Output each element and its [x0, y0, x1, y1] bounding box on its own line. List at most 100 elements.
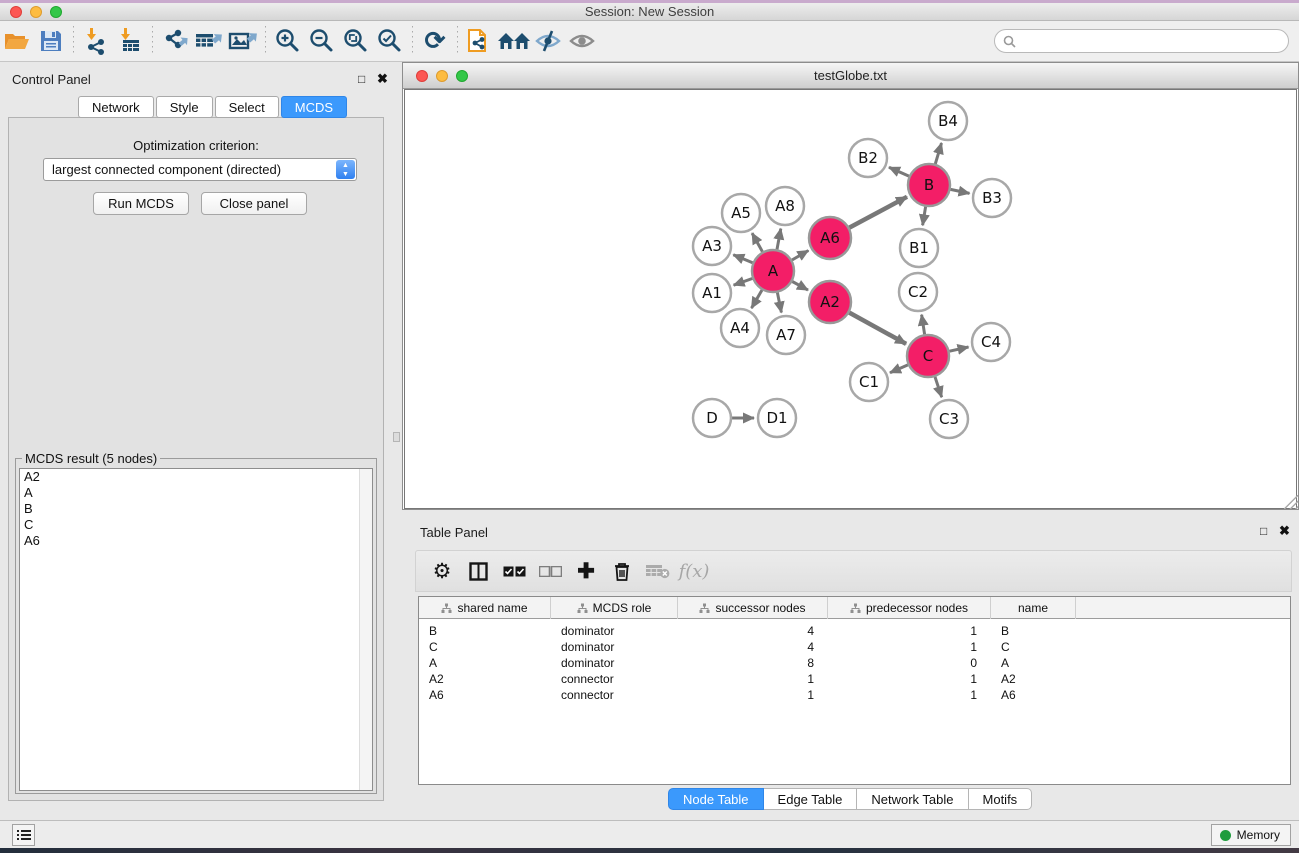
column-header-name[interactable]: name	[991, 597, 1076, 619]
zoom-fit-icon[interactable]	[339, 25, 373, 57]
graph-node-D1[interactable]: D1	[758, 399, 796, 437]
hide-graphics-icon[interactable]	[531, 25, 565, 57]
result-item[interactable]: C	[20, 517, 372, 533]
graph-node-B[interactable]: B	[908, 164, 950, 206]
graph-node-A[interactable]: A	[752, 250, 794, 292]
graph-edge-B-B4[interactable]	[935, 143, 941, 164]
show-columns-icon[interactable]	[460, 555, 496, 587]
select-all-columns-icon[interactable]	[496, 555, 532, 587]
graph-edge-A6-B[interactable]	[849, 197, 907, 228]
result-scrollbar[interactable]	[359, 469, 372, 790]
graph-edge-A-A2[interactable]	[792, 282, 808, 291]
network-maximize-button[interactable]	[456, 70, 468, 82]
add-column-icon[interactable]: ✚	[568, 555, 604, 587]
graph-edge-A-A7[interactable]	[777, 293, 781, 313]
cell-name[interactable]: C	[991, 639, 1076, 655]
splitter-grip[interactable]	[393, 432, 400, 442]
result-item[interactable]: A2	[20, 469, 372, 485]
graph-edge-B-B2[interactable]	[889, 167, 909, 176]
graph-edge-B-B1[interactable]	[923, 207, 926, 226]
import-table-icon[interactable]	[113, 25, 147, 57]
graph-edge-A-A1[interactable]	[734, 279, 753, 286]
table-row-A2[interactable]: A2connector11A2	[419, 671, 1290, 687]
graph-node-C[interactable]: C	[907, 335, 949, 377]
graph-node-A1[interactable]: A1	[693, 274, 731, 312]
graph-node-A2[interactable]: A2	[809, 281, 851, 323]
zoom-out-icon[interactable]	[305, 25, 339, 57]
graph-edge-A-A8[interactable]	[777, 229, 781, 250]
graph-node-A3[interactable]: A3	[693, 227, 731, 265]
graph-node-A4[interactable]: A4	[721, 309, 759, 347]
tab-network-table[interactable]: Network Table	[857, 788, 968, 810]
session-titlebar[interactable]: Session: New Session	[0, 3, 1299, 21]
cell-shared-name[interactable]: A	[419, 655, 551, 671]
column-header-MCDS-role[interactable]: MCDS role	[551, 597, 678, 619]
cell-predecessor-nodes[interactable]: 0	[828, 655, 991, 671]
save-session-icon[interactable]	[34, 25, 68, 57]
graph-edge-A2-C[interactable]	[849, 313, 906, 344]
table-float-icon[interactable]: □	[1260, 524, 1267, 538]
tab-node-table[interactable]: Node Table	[668, 788, 764, 810]
cell-name[interactable]: A	[991, 655, 1076, 671]
graph-edge-C-C1[interactable]	[890, 365, 908, 373]
cell-predecessor-nodes[interactable]: 1	[828, 623, 991, 639]
minimize-window-button[interactable]	[30, 6, 42, 18]
close-panel-button[interactable]: Close panel	[201, 192, 307, 215]
tab-network[interactable]: Network	[78, 96, 154, 118]
refresh-layout-icon[interactable]: ⟳	[418, 25, 452, 57]
float-panel-icon[interactable]: □	[358, 72, 365, 86]
cell-successor-nodes[interactable]: 1	[678, 671, 828, 687]
memory-button[interactable]: Memory	[1211, 824, 1291, 846]
window-resize-grip[interactable]	[1284, 495, 1298, 509]
cell-shared-name[interactable]: A6	[419, 687, 551, 703]
import-network-icon[interactable]	[79, 25, 113, 57]
search-field[interactable]	[994, 29, 1289, 53]
cell-name[interactable]: A6	[991, 687, 1076, 703]
cell-predecessor-nodes[interactable]: 1	[828, 687, 991, 703]
maximize-window-button[interactable]	[50, 6, 62, 18]
cell-predecessor-nodes[interactable]: 1	[828, 639, 991, 655]
graph-node-A7[interactable]: A7	[767, 316, 805, 354]
graph-edge-C-C3[interactable]	[935, 377, 942, 397]
graph-edge-C-C4[interactable]	[950, 347, 969, 351]
graph-node-C2[interactable]: C2	[899, 273, 937, 311]
graph-edge-A-A4[interactable]	[752, 290, 763, 308]
graph-node-C4[interactable]: C4	[972, 323, 1010, 361]
cell-MCDS-role[interactable]: connector	[551, 671, 678, 687]
zoom-in-icon[interactable]	[271, 25, 305, 57]
table-row-C[interactable]: Cdominator41C	[419, 639, 1290, 655]
tab-style[interactable]: Style	[156, 96, 213, 118]
graph-node-C1[interactable]: C1	[850, 363, 888, 401]
graph-node-B3[interactable]: B3	[973, 179, 1011, 217]
cell-shared-name[interactable]: B	[419, 623, 551, 639]
graph-svg[interactable]: AA1A2A3A4A5A6A7A8BB1B2B3B4CC1C2C3C4DD1	[405, 90, 1296, 508]
cell-MCDS-role[interactable]: dominator	[551, 639, 678, 655]
criterion-dropdown[interactable]: largest connected component (directed) ▲…	[43, 158, 357, 181]
graph-edge-B-B3[interactable]	[951, 189, 970, 193]
network-canvas[interactable]: AA1A2A3A4A5A6A7A8BB1B2B3B4CC1C2C3C4DD1	[404, 89, 1297, 509]
show-graphics-icon[interactable]	[565, 25, 599, 57]
network-close-button[interactable]	[416, 70, 428, 82]
graph-node-A8[interactable]: A8	[766, 187, 804, 225]
column-header-predecessor-nodes[interactable]: predecessor nodes	[828, 597, 991, 619]
cell-successor-nodes[interactable]: 1	[678, 687, 828, 703]
cell-shared-name[interactable]: A2	[419, 671, 551, 687]
panel-splitter[interactable]	[392, 62, 402, 820]
graph-edge-A-A6[interactable]	[792, 251, 808, 261]
delete-table-icon[interactable]	[640, 555, 676, 587]
close-window-button[interactable]	[10, 6, 22, 18]
cell-name[interactable]: A2	[991, 671, 1076, 687]
cell-successor-nodes[interactable]: 8	[678, 655, 828, 671]
graph-node-C3[interactable]: C3	[930, 400, 968, 438]
table-close-icon[interactable]: ✖	[1279, 523, 1290, 539]
column-header-successor-nodes[interactable]: successor nodes	[678, 597, 828, 619]
function-builder-icon[interactable]: f(x)	[676, 555, 712, 587]
cell-successor-nodes[interactable]: 4	[678, 639, 828, 655]
zoom-selected-icon[interactable]	[373, 25, 407, 57]
node-table[interactable]: shared nameMCDS rolesuccessor nodesprede…	[418, 596, 1291, 785]
network-document-icon[interactable]	[463, 25, 497, 57]
graph-node-B4[interactable]: B4	[929, 102, 967, 140]
export-network-icon[interactable]	[158, 25, 192, 57]
graph-edge-C-C2[interactable]	[922, 315, 925, 335]
tab-edge-table[interactable]: Edge Table	[764, 788, 858, 810]
